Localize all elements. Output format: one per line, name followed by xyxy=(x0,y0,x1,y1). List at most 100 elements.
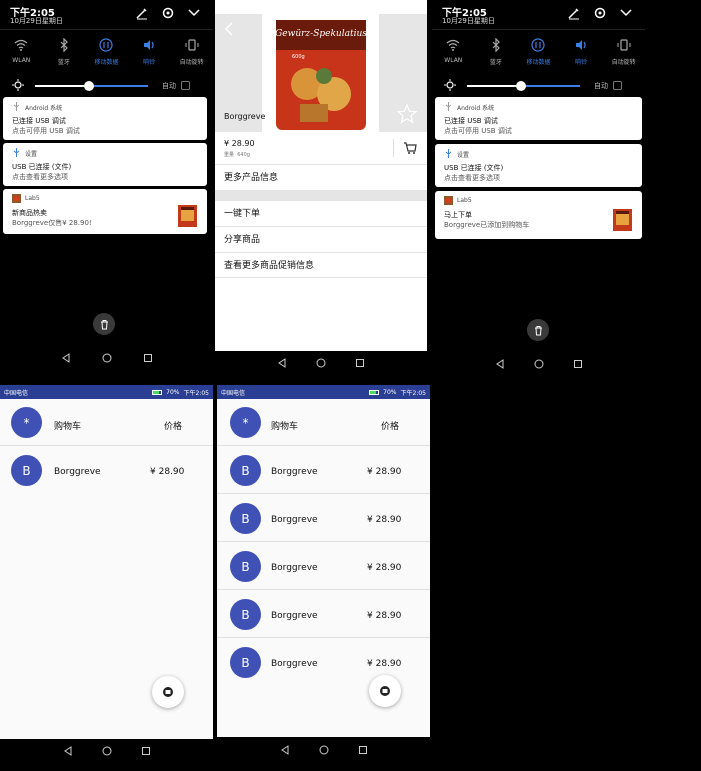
cart-icon xyxy=(163,687,173,697)
action-share[interactable]: 分享商品 xyxy=(215,226,427,252)
settings-gear-icon[interactable] xyxy=(161,6,175,20)
home-nav-icon[interactable] xyxy=(319,745,329,755)
auto-brightness-checkbox[interactable] xyxy=(181,81,190,90)
cart-item-row[interactable]: B Borggreve ¥ 28.90 xyxy=(0,446,213,494)
svg-text:Gewürz-Spekulatius: Gewürz-Spekulatius xyxy=(275,29,367,39)
notification-lab5-cart[interactable]: Lab5 马上下单 Borggreve已添加到购物车 xyxy=(435,191,642,239)
item-avatar: B xyxy=(230,503,261,534)
nav-bar xyxy=(0,745,213,757)
add-to-cart-icon[interactable] xyxy=(403,141,417,155)
notification-usb-files[interactable]: 设置 USB 已连接 (文件) 点击查看更多选项 xyxy=(3,143,207,186)
product-image: Gewürz-Spekulatius 600g xyxy=(262,14,379,132)
notification-usb-debug[interactable]: Android 系统 已连接 USB 调试 点击可停用 USB 调试 xyxy=(3,97,207,140)
qs-wlan[interactable]: WLAN xyxy=(1,38,41,66)
edit-icon[interactable] xyxy=(135,6,149,20)
more-product-info[interactable]: 更多产品信息 xyxy=(215,164,427,190)
qs-auto-rotate[interactable]: 自动旋转 xyxy=(172,38,212,66)
item-price: ¥ 28.90 xyxy=(367,659,402,669)
qs-auto-rotate[interactable]: 自动旋转 xyxy=(604,38,644,66)
action-buy-now[interactable]: 一键下单 xyxy=(215,200,427,226)
wifi-icon xyxy=(14,39,28,51)
chevron-down-icon[interactable] xyxy=(187,6,201,20)
shade-date: 10月29日星期日 xyxy=(442,17,495,25)
brightness-row: 自动 xyxy=(0,79,213,93)
cart-header-avatar: * xyxy=(230,407,261,438)
quick-settings: WLAN 蓝牙 移动数据 响铃 自动旋转 xyxy=(432,38,645,66)
product-name: Borggreve xyxy=(224,112,266,121)
cart-item-row[interactable]: B Borggreve ¥ 28.90 xyxy=(217,446,430,494)
quick-settings: WLAN 蓝牙 移动数据 响铃 自动旋转 xyxy=(0,38,213,66)
home-nav-icon[interactable] xyxy=(102,353,112,363)
auto-brightness-label: 自动 xyxy=(594,82,608,90)
volume-icon xyxy=(576,40,586,50)
back-nav-icon[interactable] xyxy=(63,746,73,756)
cart-item-row[interactable]: B Borggreve ¥ 28.90 xyxy=(217,494,430,542)
back-nav-icon[interactable] xyxy=(280,745,290,755)
status-bar: 中国电信 70%下午2:05 xyxy=(0,385,213,399)
cart-item-row[interactable]: B Borggreve ¥ 28.90 xyxy=(217,638,430,686)
cart-item-row[interactable]: B Borggreve ¥ 28.90 xyxy=(217,590,430,638)
edit-icon[interactable] xyxy=(567,6,581,20)
qs-bluetooth[interactable]: 蓝牙 xyxy=(44,38,84,66)
settings-gear-icon[interactable] xyxy=(593,6,607,20)
cart-fab-button[interactable] xyxy=(369,675,401,707)
home-nav-icon[interactable] xyxy=(534,359,544,369)
item-avatar: B xyxy=(230,455,261,486)
clear-notifications-button[interactable] xyxy=(93,313,115,335)
nav-bar xyxy=(432,358,645,370)
cart-header-price: 价格 xyxy=(164,422,183,432)
qs-wlan[interactable]: WLAN xyxy=(433,38,473,66)
back-arrow-icon[interactable] xyxy=(224,22,234,36)
back-nav-icon[interactable] xyxy=(277,358,287,368)
qs-volume[interactable]: 响铃 xyxy=(561,38,601,66)
notification-lab5-sale[interactable]: Lab5 新商品热卖 Borggreve仅售¥ 28.90! xyxy=(3,189,207,234)
qs-bluetooth[interactable]: 蓝牙 xyxy=(476,38,516,66)
back-nav-icon[interactable] xyxy=(495,359,505,369)
recents-nav-icon[interactable] xyxy=(355,358,365,368)
status-bar: 中国电信 70%下午2:05 xyxy=(217,385,430,399)
recents-nav-icon[interactable] xyxy=(141,746,151,756)
cart-header-row: * 购物车 价格 xyxy=(0,399,213,446)
clear-notifications-button[interactable] xyxy=(527,319,549,341)
bluetooth-icon xyxy=(492,38,500,52)
item-avatar: B xyxy=(230,599,261,630)
item-avatar: B xyxy=(11,455,42,486)
recents-nav-icon[interactable] xyxy=(358,745,368,755)
product-thumbnail-icon xyxy=(178,205,197,227)
chevron-down-icon[interactable] xyxy=(619,6,633,20)
recents-nav-icon[interactable] xyxy=(143,353,153,363)
rotate-icon xyxy=(617,39,631,51)
home-nav-icon[interactable] xyxy=(102,746,112,756)
usb-icon xyxy=(13,148,20,157)
battery-icon xyxy=(152,390,163,395)
mobile-data-icon xyxy=(531,38,546,52)
favorite-star-icon[interactable] xyxy=(397,104,417,124)
rotate-icon xyxy=(185,39,199,51)
brightness-slider-knob[interactable] xyxy=(84,81,94,91)
item-avatar: B xyxy=(230,551,261,582)
lab5-app-icon xyxy=(12,194,21,203)
back-nav-icon[interactable] xyxy=(61,353,71,363)
recents-nav-icon[interactable] xyxy=(573,359,583,369)
notification-shade-right: 下午2:05 10月29日星期日 WLAN 蓝牙 移动数据 响铃 自动旋转 自动… xyxy=(432,0,645,385)
auto-brightness-checkbox[interactable] xyxy=(613,81,622,90)
cart-fab-button[interactable] xyxy=(152,676,184,708)
cart-header-avatar: * xyxy=(11,407,42,438)
notification-usb-debug[interactable]: Android 系统 已连接 USB 调试 点击可停用 USB 调试 xyxy=(435,97,642,140)
mobile-data-icon xyxy=(99,38,114,52)
qs-volume[interactable]: 响铃 xyxy=(129,38,169,66)
brightness-track-filled xyxy=(35,85,88,87)
home-nav-icon[interactable] xyxy=(316,358,326,368)
cart-item-row[interactable]: B Borggreve ¥ 28.90 xyxy=(217,542,430,590)
action-more-promotions[interactable]: 查看更多商品促销信息 xyxy=(215,252,427,278)
item-price: ¥ 28.90 xyxy=(367,611,402,621)
qs-mobile-data[interactable]: 移动数据 xyxy=(86,38,126,66)
brightness-slider-knob[interactable] xyxy=(516,81,526,91)
usb-icon xyxy=(445,102,452,111)
notification-usb-files[interactable]: 设置 USB 已连接 (文件) 点击查看更多选项 xyxy=(435,144,642,187)
nav-bar xyxy=(0,352,213,364)
brightness-track xyxy=(88,85,148,87)
item-price: ¥ 28.90 xyxy=(150,467,185,477)
battery-icon xyxy=(369,390,380,395)
qs-mobile-data[interactable]: 移动数据 xyxy=(518,38,558,66)
